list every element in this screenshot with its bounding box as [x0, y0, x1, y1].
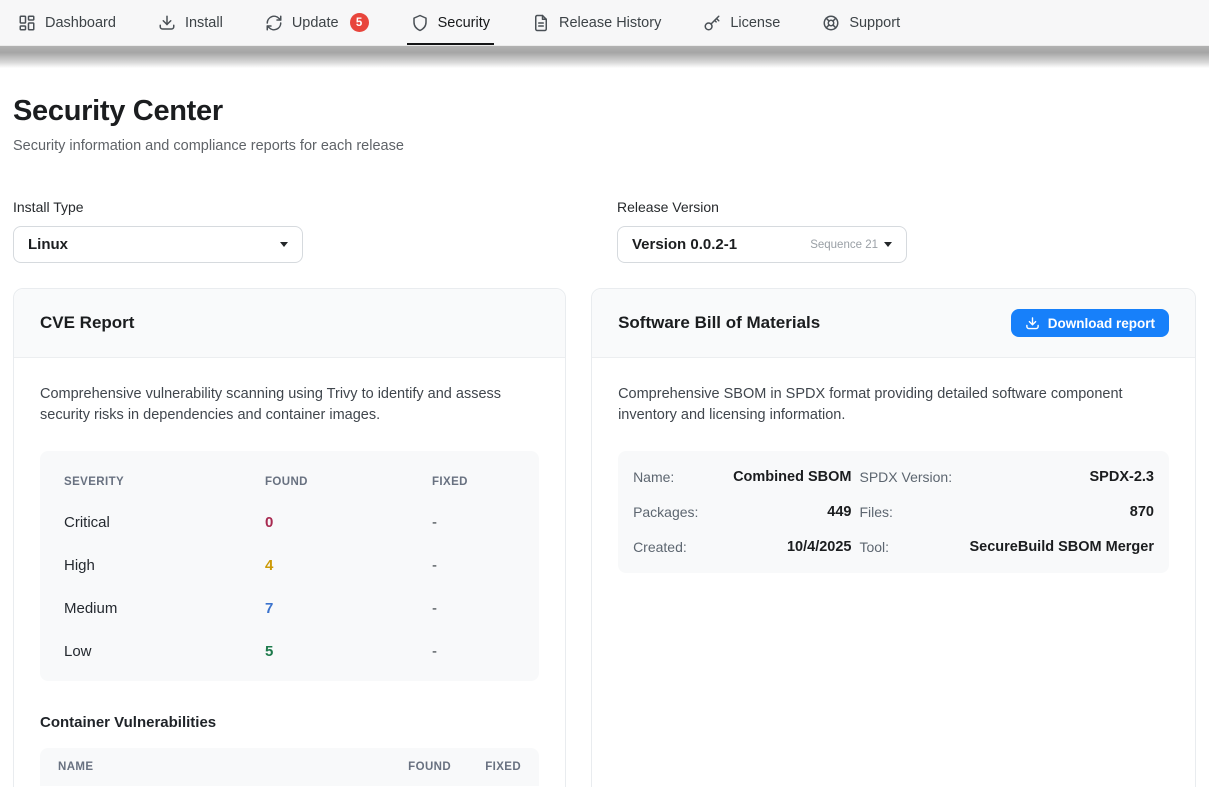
release-sequence-label: Sequence 21 — [810, 239, 878, 251]
column-header-fixed: Fixed — [432, 476, 515, 488]
sbom-description: Comprehensive SBOM in SPDX format provid… — [618, 384, 1169, 426]
download-report-button[interactable]: Download report — [1011, 309, 1169, 337]
severity-table: Severity Found Fixed Critical 0 - High 4… — [40, 451, 539, 681]
fixed-count: - — [432, 514, 515, 531]
release-version-field: Release Version Version 0.0.2-1 Sequence… — [617, 199, 1196, 263]
sbom-tool-value: SecureBuild SBOM Merger — [969, 539, 1154, 555]
lifebuoy-icon — [822, 14, 840, 32]
key-icon — [703, 14, 721, 32]
cards-grid: CVE Report Comprehensive vulnerability s… — [13, 288, 1196, 787]
nav-shadow-band — [0, 46, 1209, 68]
found-count: 0 — [265, 514, 432, 531]
nav-label: Release History — [559, 15, 661, 31]
severity-label: Medium — [64, 600, 265, 617]
chevron-down-icon — [884, 242, 892, 247]
install-type-value: Linux — [28, 236, 280, 253]
sbom-files-label: Files: — [859, 504, 961, 520]
column-header-name: Name — [58, 761, 371, 773]
nav-item-license[interactable]: License — [703, 0, 780, 45]
sbom-spdx-version-value: SPDX-2.3 — [969, 469, 1154, 485]
sbom-spdx-version-label: SPDX Version: — [859, 469, 961, 485]
download-report-label: Download report — [1048, 316, 1155, 331]
cve-report-card: CVE Report Comprehensive vulnerability s… — [13, 288, 566, 787]
sbom-packages-value: 449 — [733, 504, 851, 520]
nav-item-release-history[interactable]: Release History — [532, 0, 661, 45]
fixed-count: - — [432, 557, 515, 574]
column-header-severity: Severity — [64, 476, 265, 488]
update-count-badge: 5 — [350, 13, 369, 32]
nav-item-dashboard[interactable]: Dashboard — [18, 0, 116, 45]
page-subtitle: Security information and compliance repo… — [13, 138, 1196, 154]
table-row-medium: Medium 7 - — [64, 600, 515, 617]
release-version-select[interactable]: Version 0.0.2-1 Sequence 21 — [617, 226, 907, 263]
sbom-created-value: 10/4/2025 — [733, 539, 851, 555]
fixed-count: - — [432, 600, 515, 617]
sbom-name-value: Combined SBOM — [733, 469, 851, 485]
severity-label: Low — [64, 643, 265, 660]
found-count: 4 — [265, 557, 432, 574]
nav-item-install[interactable]: Install — [158, 0, 223, 45]
fixed-count: - — [432, 643, 515, 660]
document-icon — [532, 14, 550, 32]
sbom-files-value: 870 — [969, 504, 1154, 520]
nav-item-update[interactable]: Update 5 — [265, 0, 369, 45]
download-icon — [1025, 316, 1040, 331]
column-header-fixed: Fixed — [451, 761, 521, 773]
install-type-label: Install Type — [13, 199, 592, 215]
table-row-critical: Critical 0 - — [64, 514, 515, 531]
top-navigation: Dashboard Install Update 5 Security Rele… — [0, 0, 1209, 46]
refresh-icon — [265, 14, 283, 32]
install-type-select[interactable]: Linux — [13, 226, 303, 263]
cve-card-body: Comprehensive vulnerability scanning usi… — [14, 358, 565, 787]
found-count: 5 — [265, 643, 432, 660]
sbom-created-label: Created: — [633, 539, 725, 555]
security-center-page: Security Center Security information and… — [0, 95, 1209, 787]
nav-label: Install — [185, 15, 223, 31]
page-title: Security Center — [13, 95, 1196, 128]
shield-icon — [411, 14, 429, 32]
column-header-found: Found — [265, 476, 432, 488]
container-table-header: Name Found Fixed — [40, 748, 539, 786]
severity-table-header: Severity Found Fixed — [64, 476, 515, 488]
nav-label: License — [730, 15, 780, 31]
sbom-packages-label: Packages: — [633, 504, 725, 520]
severity-label: High — [64, 557, 265, 574]
sbom-tool-label: Tool: — [859, 539, 961, 555]
nav-label: Update — [292, 15, 339, 31]
nav-item-support[interactable]: Support — [822, 0, 900, 45]
nav-label: Dashboard — [45, 15, 116, 31]
cve-card-header: CVE Report — [14, 289, 565, 358]
table-row-low: Low 5 - — [64, 643, 515, 660]
cve-description: Comprehensive vulnerability scanning usi… — [40, 384, 539, 426]
sbom-card: Software Bill of Materials Download repo… — [591, 288, 1196, 787]
sbom-card-body: Comprehensive SBOM in SPDX format provid… — [592, 358, 1195, 599]
release-version-value: Version 0.0.2-1 — [632, 236, 810, 253]
chevron-down-icon — [280, 242, 288, 247]
nav-label: Support — [849, 15, 900, 31]
sbom-card-title: Software Bill of Materials — [618, 313, 820, 333]
nav-label: Security — [438, 15, 490, 31]
nav-item-security[interactable]: Security — [411, 0, 490, 45]
table-row-high: High 4 - — [64, 557, 515, 574]
severity-label: Critical — [64, 514, 265, 531]
install-type-field: Install Type Linux — [13, 199, 592, 263]
filters-row: Install Type Linux Release Version Versi… — [13, 199, 1196, 263]
sbom-name-label: Name: — [633, 469, 725, 485]
sbom-details-panel: Name: Combined SBOM SPDX Version: SPDX-2… — [618, 451, 1169, 573]
found-count: 7 — [265, 600, 432, 617]
container-vulnerabilities-heading: Container Vulnerabilities — [40, 714, 539, 731]
column-header-found: Found — [371, 761, 451, 773]
dashboard-icon — [18, 14, 36, 32]
cve-card-title: CVE Report — [40, 313, 134, 333]
release-version-label: Release Version — [617, 199, 1196, 215]
download-icon — [158, 14, 176, 32]
sbom-card-header: Software Bill of Materials Download repo… — [592, 289, 1195, 358]
